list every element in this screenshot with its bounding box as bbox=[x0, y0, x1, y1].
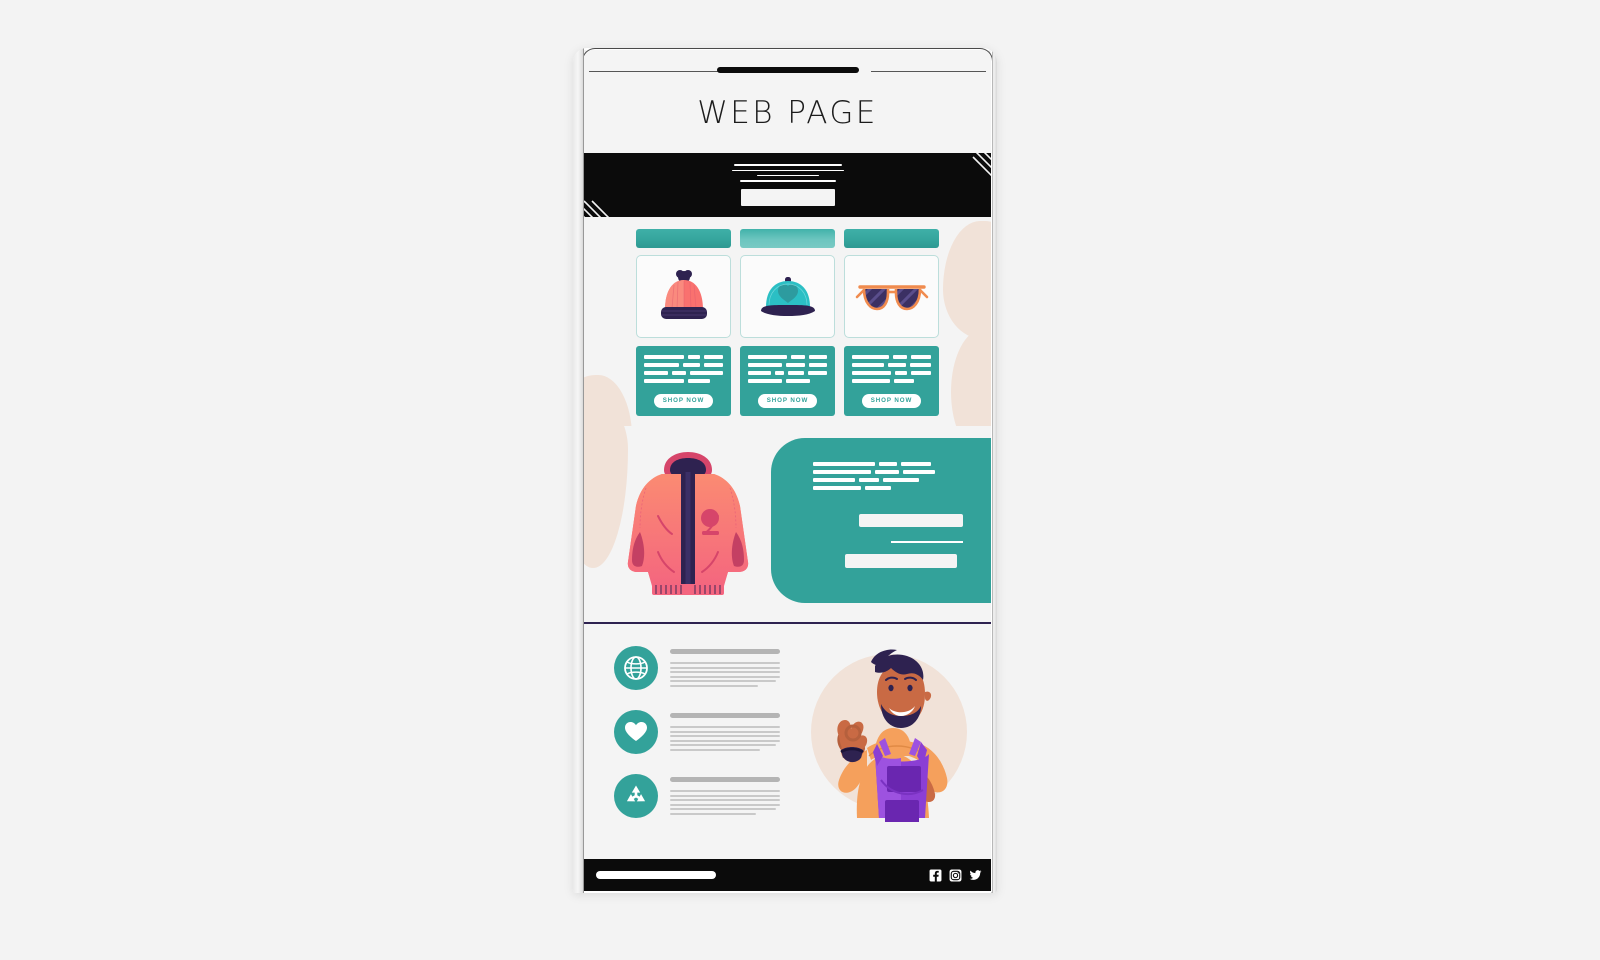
product-card-cap[interactable]: SHOP NOW bbox=[740, 229, 835, 417]
baseball-cap-icon bbox=[760, 276, 815, 316]
jacket-illustration[interactable] bbox=[618, 444, 758, 609]
phone-mockup: WEB PAGE SHOP NOW SHOP NOW SHOP NOW bbox=[573, 48, 997, 893]
product-image-card[interactable] bbox=[844, 255, 939, 338]
promo-underline bbox=[891, 541, 963, 544]
features-section bbox=[584, 623, 991, 839]
bearded-man-in-purple-apron-waving-ok-icon bbox=[811, 649, 967, 824]
product-text-lines bbox=[644, 355, 724, 383]
product-text-lines bbox=[748, 355, 827, 383]
feature-item-recycle[interactable] bbox=[614, 773, 780, 818]
promo-text-lines bbox=[813, 462, 983, 491]
social-links bbox=[929, 869, 982, 882]
feature-title-bar bbox=[670, 648, 780, 654]
shop-now-button[interactable]: SHOP NOW bbox=[757, 394, 818, 409]
promo-input-primary[interactable] bbox=[859, 514, 963, 528]
hero-line bbox=[731, 169, 844, 172]
product-header-bar[interactable] bbox=[740, 229, 835, 248]
shop-now-button[interactable]: SHOP NOW bbox=[653, 394, 714, 409]
product-card-sunglasses[interactable]: SHOP NOW bbox=[844, 229, 939, 417]
recycle-icon bbox=[614, 773, 658, 818]
product-header-bar[interactable] bbox=[636, 229, 731, 248]
feature-item-globe[interactable] bbox=[614, 645, 780, 690]
feature-title-bar bbox=[670, 712, 780, 718]
hero-text-lines bbox=[584, 164, 991, 182]
shop-now-button[interactable]: SHOP NOW bbox=[861, 394, 922, 409]
phone-screen: WEB PAGE SHOP NOW SHOP NOW SHOP NOW bbox=[584, 50, 991, 891]
winter-beanie-hat-icon bbox=[660, 269, 707, 319]
globe-icon bbox=[614, 645, 658, 690]
topbar-hairline-left bbox=[589, 71, 719, 73]
hero-line bbox=[756, 174, 819, 177]
product-card-row: SHOP NOW SHOP NOW SHOP NOW bbox=[593, 229, 982, 417]
feature-list bbox=[614, 645, 780, 818]
pink-puffer-jacket-icon bbox=[627, 452, 749, 596]
promo-section bbox=[584, 426, 991, 623]
canvas: WEB PAGE SHOP NOW SHOP NOW SHOP NOW bbox=[0, 0, 1600, 960]
heart-icon bbox=[614, 709, 658, 754]
product-description-card: SHOP NOW bbox=[740, 346, 835, 417]
feature-title-bar bbox=[670, 776, 780, 782]
hero-line bbox=[733, 164, 842, 167]
product-card-beanie[interactable]: SHOP NOW bbox=[636, 229, 731, 417]
topbar-hairline-right bbox=[871, 71, 986, 73]
products-section: SHOP NOW SHOP NOW SHOP NOW bbox=[584, 217, 991, 585]
phone-bezel-left bbox=[573, 48, 584, 893]
aviator-sunglasses-icon bbox=[855, 284, 928, 310]
feature-text-lines bbox=[670, 776, 780, 815]
promo-input-secondary[interactable] bbox=[845, 554, 957, 569]
page-title: WEB PAGE bbox=[697, 94, 878, 131]
person-illustration bbox=[797, 632, 975, 824]
hero-cta-button[interactable] bbox=[740, 188, 835, 206]
hero-banner bbox=[584, 153, 991, 217]
speaker-grille bbox=[716, 67, 859, 73]
product-description-card: SHOP NOW bbox=[844, 346, 939, 417]
facebook-icon[interactable] bbox=[929, 869, 942, 882]
feature-item-heart[interactable] bbox=[614, 709, 780, 754]
site-header: WEB PAGE bbox=[584, 72, 991, 153]
promo-panel bbox=[771, 438, 991, 604]
product-description-card: SHOP NOW bbox=[636, 346, 731, 417]
instagram-icon[interactable] bbox=[949, 869, 962, 882]
product-image-card[interactable] bbox=[740, 255, 835, 338]
product-text-lines bbox=[852, 355, 932, 383]
feature-text-lines bbox=[670, 712, 780, 751]
twitter-icon[interactable] bbox=[969, 869, 982, 882]
feature-text-lines bbox=[670, 648, 780, 687]
footer-logo[interactable] bbox=[596, 871, 716, 879]
phone-bezel-right bbox=[992, 48, 997, 893]
device-topbar bbox=[584, 50, 991, 73]
product-header-bar[interactable] bbox=[844, 229, 939, 248]
site-footer bbox=[584, 859, 991, 891]
product-image-card[interactable] bbox=[636, 255, 731, 338]
hero-line bbox=[739, 179, 836, 182]
